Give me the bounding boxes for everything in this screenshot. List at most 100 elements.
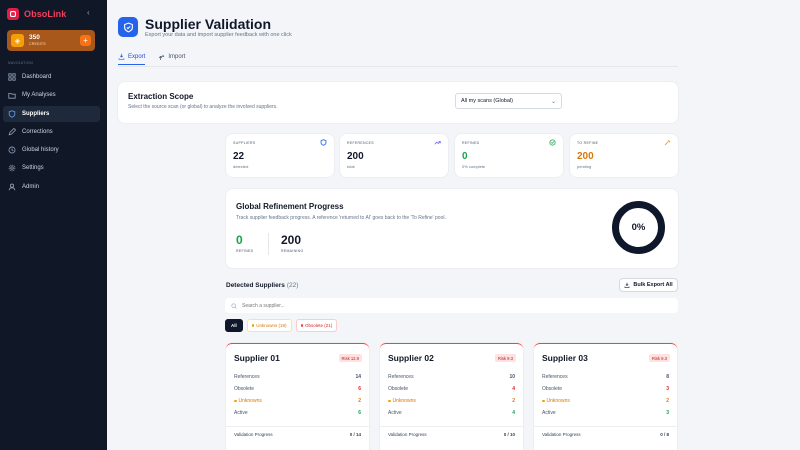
pencil-icon (8, 127, 16, 136)
progress-title: Global Refinement Progress (236, 202, 344, 211)
active-value: 4 (512, 410, 515, 416)
stat-card-to-refine: TO REFINE 200 pending (570, 134, 678, 177)
brand[interactable]: ObsoLink (7, 7, 66, 21)
stat-value: 0 (462, 151, 468, 162)
sidebar-item-label: My Analyses (22, 92, 56, 99)
stat-card-refined: REFINED 0 0% complete (455, 134, 563, 177)
history-icon (8, 146, 16, 154)
grid-icon (8, 73, 16, 81)
obsolete-value: 3 (666, 386, 669, 392)
search-icon (231, 302, 237, 309)
obsolete-row: Obsolete 6 (234, 386, 361, 392)
chevron-down-icon: ⌄ (550, 98, 556, 105)
sidebar-item-settings[interactable]: Settings (3, 160, 100, 176)
gear-icon (8, 165, 16, 172)
row-label: Active (542, 410, 556, 416)
active-row: Active 6 (234, 410, 361, 416)
search-input[interactable] (242, 302, 442, 309)
validation-value: 0 / 8 (660, 432, 669, 437)
shield-icon (123, 22, 133, 32)
dot-icon (251, 324, 255, 327)
shield-icon (8, 109, 16, 118)
unknowns-value: 2 (358, 398, 361, 404)
sidebar-item-label: Global history (22, 147, 59, 154)
sidebar-item-label: Suppliers (22, 110, 50, 117)
tabs: Export Import (118, 53, 185, 65)
logo-icon (7, 8, 19, 20)
add-credits-button[interactable]: + (80, 35, 91, 46)
supplier-card[interactable]: Supplier 01 Risk 12.9 References 14 Obsol… (226, 343, 369, 450)
row-label: References (234, 374, 260, 380)
risk-badge: Risk 12.9 (338, 354, 362, 362)
row-label: Obsolete (388, 386, 409, 392)
upload-icon (159, 54, 165, 60)
page-subtitle: Export your data and import supplier fee… (145, 32, 292, 38)
row-label: Obsolete (542, 386, 563, 392)
sidebar-item-corrections[interactable]: Corrections (3, 124, 100, 140)
supplier-card[interactable]: Supplier 02 Risk 9.3 References 10 Obsole… (380, 343, 523, 450)
risk-badge: Risk 9.3 (494, 354, 516, 362)
shield-icon (320, 139, 327, 146)
sidebar-item-label: Dashboard (22, 74, 52, 80)
detected-suppliers-title: Detected Suppliers (22) (226, 282, 298, 289)
stat-label: TO REFINE (577, 141, 599, 145)
sidebar-item-label: Corrections (22, 128, 53, 135)
row-label: Active (388, 410, 402, 416)
filter-label: Unknowns (19) (256, 323, 287, 328)
sidebar-item-my-analyses[interactable]: My Analyses (3, 87, 100, 103)
scope-select[interactable]: All my scans (Global) ⌄ (455, 93, 562, 109)
tab-import[interactable]: Import (158, 53, 185, 65)
tab-export[interactable]: Export (118, 53, 146, 65)
scope-title: Extraction Scope (128, 92, 194, 101)
row-label: Validation Progress (388, 432, 427, 437)
unknowns-row: Unknowns 2 (542, 398, 669, 404)
row-label: Unknowns (542, 398, 570, 404)
row-label: Validation Progress (542, 432, 581, 437)
bulk-export-label: Bulk Export All (633, 282, 673, 288)
sidebar-item-suppliers[interactable]: Suppliers (3, 105, 100, 122)
card-divider (534, 426, 677, 427)
filter-all[interactable]: All (225, 319, 243, 332)
stat-label: SUPPLIERS (233, 141, 256, 145)
user-icon (8, 183, 16, 191)
dot-icon (300, 324, 304, 327)
global-progress-card: Global Refinement Progress Track supplie… (226, 189, 678, 268)
row-label: References (542, 374, 568, 380)
obsolete-row: Obsolete 4 (388, 386, 515, 392)
refined-label: REFINED (236, 249, 254, 253)
check-circle-icon (549, 139, 556, 146)
validation-value: 0 / 14 (349, 432, 361, 437)
references-row: References 14 (234, 374, 361, 380)
validation-progress-row: Validation Progress 0 / 10 (388, 432, 515, 437)
progress-percent: 0% (631, 222, 646, 233)
credits-widget: ◈ 350 CREDITS + (7, 30, 95, 51)
stat-card-suppliers: SUPPLIERS 22 detected (226, 134, 334, 177)
row-label: Obsolete (234, 386, 255, 392)
sidebar-item-dashboard[interactable]: Dashboard (3, 69, 100, 85)
sidebar: ObsoLink ‹ ◈ 350 CREDITS + NAVIGATION Da… (0, 0, 107, 450)
refined-value: 0 (236, 233, 243, 247)
trend-icon (434, 141, 441, 145)
active-row: Active 4 (388, 410, 515, 416)
stat-value: 200 (347, 151, 364, 162)
filter-obsolete[interactable]: Obsolete (21) (295, 319, 338, 332)
wand-icon (664, 139, 671, 146)
row-label-text: Unknowns (238, 398, 262, 404)
bulk-export-button[interactable]: Bulk Export All (619, 278, 678, 292)
sidebar-item-label: Settings (22, 165, 44, 172)
sidebar-item-global-history[interactable]: Global history (3, 142, 100, 158)
stat-value: 22 (233, 151, 245, 162)
sidebar-item-label: Admin (22, 183, 40, 190)
references-value: 8 (666, 374, 669, 380)
supplier-name: Supplier 02 (388, 353, 434, 363)
sidebar-nav: Dashboard My Analyses Suppliers Correcti… (3, 69, 100, 197)
collapse-sidebar-icon[interactable]: ‹ (87, 8, 90, 17)
tab-label: Import (168, 54, 186, 60)
supplier-card[interactable]: Supplier 03 Risk 9.3 References 8 Obsolet… (534, 343, 677, 450)
credits-label: CREDITS (29, 41, 46, 46)
filter-unknowns[interactable]: Unknowns (19) (246, 319, 292, 332)
obsolete-value: 4 (512, 386, 515, 392)
sidebar-item-admin[interactable]: Admin (3, 179, 100, 195)
dot-icon (388, 399, 391, 402)
validation-value: 0 / 10 (503, 432, 515, 437)
